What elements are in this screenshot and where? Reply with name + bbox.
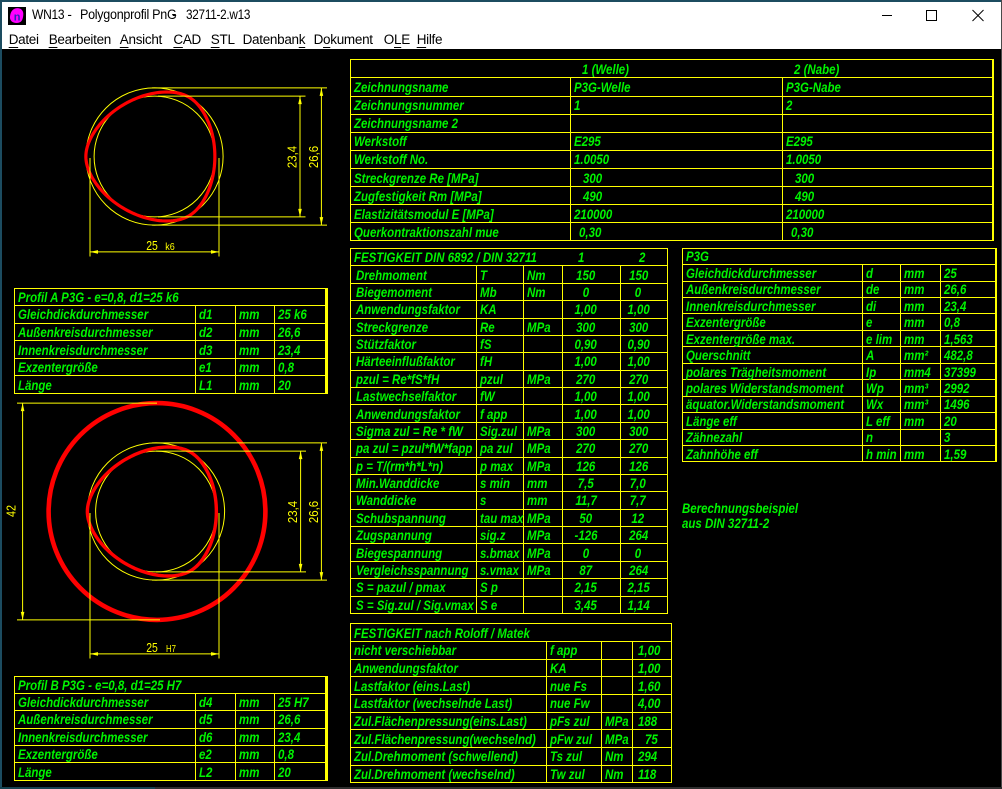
svg-text:H7: H7 — [166, 644, 176, 655]
svg-text:n: n — [14, 12, 21, 24]
svg-text:23,4: 23,4 — [286, 146, 300, 168]
svg-text:42: 42 — [5, 505, 19, 517]
svg-text:25: 25 — [146, 239, 158, 253]
svg-text:25: 25 — [146, 641, 158, 655]
svg-text:k6: k6 — [165, 242, 175, 253]
svg-text:26,6: 26,6 — [307, 146, 321, 168]
svg-text:23,4: 23,4 — [286, 501, 300, 523]
svg-text:26,6: 26,6 — [307, 501, 321, 523]
